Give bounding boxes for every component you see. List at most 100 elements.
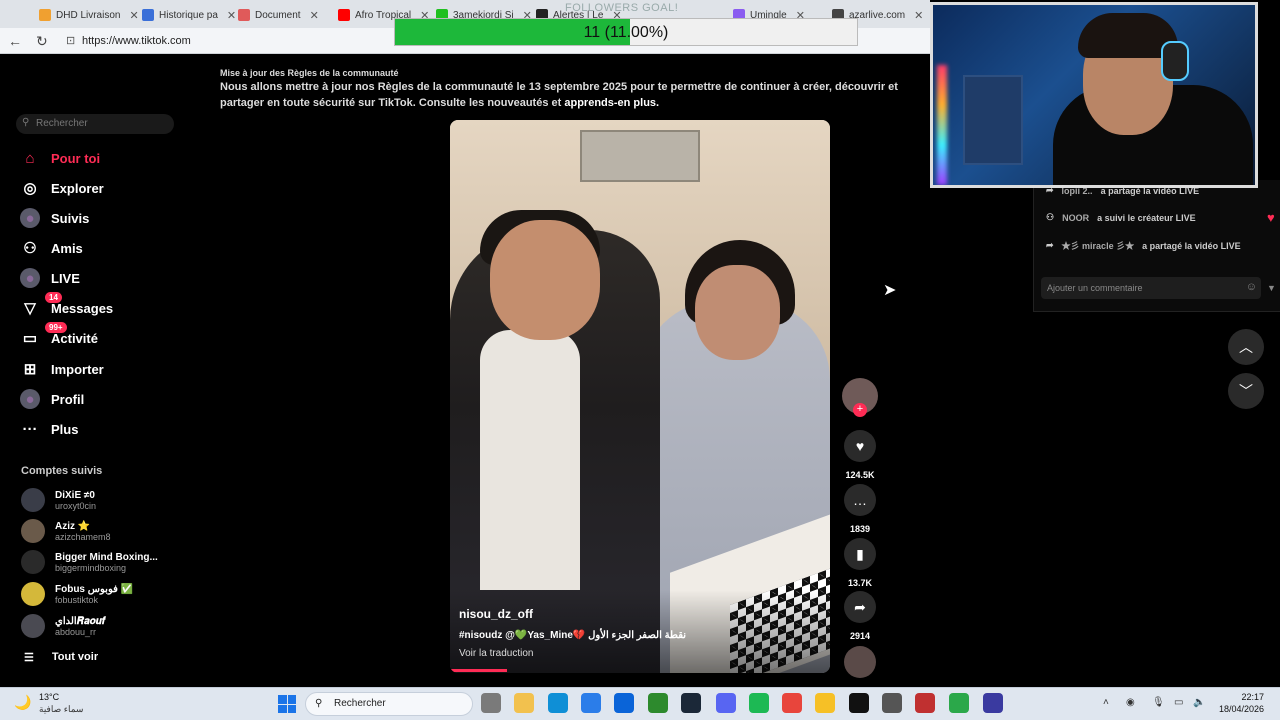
followed-account[interactable]: Aziz ⭐ azizchamem8 (21, 517, 111, 545)
browser-tab[interactable]: DHD Livraison ✕ (33, 4, 145, 26)
account-handle: fobustiktok (55, 594, 99, 605)
back-icon[interactable]: ← (8, 33, 22, 49)
profile-avatar-icon: ● (20, 389, 40, 409)
microphone-icon[interactable]: 🎙 (1152, 697, 1165, 708)
bookmark-icon: ▮ (844, 538, 876, 570)
volume-icon[interactable]: 🔈 (1193, 697, 1205, 708)
sidebar-item-label: Profil (51, 391, 85, 407)
taskbar-search-label: Rechercher (334, 698, 386, 709)
tab-favicon-icon (142, 9, 154, 21)
browser-tab[interactable]: Historique pa ✕ (136, 4, 242, 26)
sidebar-item-profil[interactable]: ● Profil (20, 388, 84, 410)
music-disc[interactable] (844, 646, 876, 678)
sidebar-item-plus[interactable]: ··· Plus (20, 418, 79, 440)
clock-date[interactable]: 18/04/2026 (1208, 704, 1264, 714)
winrar-icon[interactable] (815, 693, 835, 713)
share-icon: ➦ (1046, 240, 1054, 250)
share-button[interactable]: ➦ 2914 (843, 591, 877, 641)
see-translation-link[interactable]: Voir la traduction (459, 648, 534, 659)
account-name: Fobus فوبوس ✅ (55, 583, 134, 595)
file-explorer-icon[interactable] (514, 693, 534, 713)
save-count: 13.7K (847, 578, 873, 588)
search-placeholder: Rechercher (36, 118, 88, 129)
streaming-app-icon[interactable] (949, 693, 969, 713)
spotify-icon[interactable] (749, 693, 769, 713)
sidebar-item-explorer[interactable]: ◎ Explorer (20, 177, 103, 199)
task-view-icon[interactable] (481, 693, 501, 713)
followed-account[interactable]: الداي𝑹𝒂𝒐𝒖𝒇 abdouu_rr (21, 612, 105, 640)
sidebar-item-amis[interactable]: ⚇ Amis (20, 237, 83, 259)
chat-user: NOOR (1062, 212, 1090, 223)
friends-icon: ⚇ (23, 240, 37, 257)
moon-weather-icon[interactable]: 🌙 (14, 694, 31, 711)
app-icon[interactable] (983, 693, 1003, 713)
settings-icon[interactable] (882, 693, 902, 713)
comment-icon: … (844, 484, 876, 516)
send-icon[interactable]: ▼ (1267, 283, 1276, 293)
upload-icon: ⊞ (23, 361, 37, 378)
tiktok-icon[interactable] (849, 693, 869, 713)
windows-start-icon[interactable] (278, 695, 296, 713)
save-button[interactable]: ▮ 13.7K (843, 538, 877, 588)
weather-description[interactable]: سماء صافية (39, 704, 83, 715)
avatar (21, 550, 45, 574)
chat-message: ⚇ NOOR a suivi le créateur LIVE (1046, 212, 1196, 223)
video-progress-bar[interactable] (450, 669, 507, 672)
followed-account[interactable]: Bigger Mind Boxing... biggermindboxing (21, 548, 158, 576)
tab-favicon-icon (39, 9, 51, 21)
video-player[interactable]: nisou_dz_off #nisoudz @💚Yas_Mine💔 نقطة ا… (450, 120, 830, 673)
taskbar-search-input[interactable]: ⚲ Rechercher (305, 692, 473, 716)
store-icon[interactable] (581, 693, 601, 713)
more-icon: ··· (22, 420, 38, 438)
browser-tab[interactable]: Document ✕ (232, 4, 325, 26)
discord-icon[interactable] (716, 693, 736, 713)
minecraft-icon[interactable] (648, 693, 668, 713)
sidebar-item-importer[interactable]: ⊞ Importer (20, 358, 104, 380)
close-icon[interactable]: ✕ (914, 9, 923, 22)
comment-input[interactable]: Ajouter un commentaire ☺ (1041, 277, 1261, 299)
video-caption: #nisoudz @💚Yas_Mine💔 نقطة الصفر الجزء ال… (459, 630, 687, 641)
weather-temperature[interactable]: 13°C (39, 692, 59, 702)
emoji-icon[interactable]: ☺ (1246, 281, 1257, 293)
comment-button[interactable]: … 1839 (843, 484, 877, 534)
following-avatar-icon: ● (20, 208, 40, 228)
avatar (21, 488, 45, 512)
sidebar-item-pour-toi[interactable]: ⌂ Pour toi (20, 147, 100, 169)
tab-favicon-icon (238, 9, 250, 21)
follow-plus-icon[interactable]: + (853, 403, 867, 417)
followers-goal-bar: 11 (11.00%) (394, 18, 858, 46)
search-input[interactable]: ⚲ Rechercher (16, 114, 174, 134)
like-button[interactable]: ♥ 124.5K (843, 430, 877, 480)
video-author[interactable]: nisou_dz_off (459, 607, 533, 621)
sidebar-item-messages[interactable]: ▽ 14 Messages (20, 292, 113, 319)
security-icon[interactable]: ◉ (1126, 697, 1135, 708)
followed-account[interactable]: Fobus فوبوس ✅ fobustiktok (21, 580, 133, 608)
chevron-up-icon[interactable]: ˄ (1103, 697, 1109, 708)
chrome-icon[interactable] (782, 693, 802, 713)
messages-icon: ▽ (24, 300, 36, 317)
site-info-icon[interactable]: ⊡ (66, 34, 75, 47)
chevron-down-icon: ﹀ (1239, 383, 1253, 399)
url-field[interactable]: https://www.tiktok.com (82, 35, 191, 47)
account-name: Bigger Mind Boxing... (55, 551, 158, 563)
sidebar-item-live[interactable]: ● LIVE (20, 267, 80, 289)
video-man-shirt (480, 330, 580, 590)
sidebar-item-suivis[interactable]: ● Suivis (20, 207, 89, 229)
home-icon: ⌂ (25, 149, 35, 167)
next-video-button[interactable]: ﹀ (1228, 373, 1264, 409)
see-all-button[interactable]: ☰ Tout voir (24, 651, 98, 664)
chevron-up-icon: ︿ (1239, 339, 1253, 355)
clock-time[interactable]: 22:17 (1218, 692, 1264, 702)
followed-account[interactable]: DiXiE ≠0 uroxyt0cin (21, 486, 96, 514)
previous-video-button[interactable]: ︿ (1228, 329, 1264, 365)
sidebar-item-activit-[interactable]: ▭ 99+ Activité (20, 322, 98, 349)
edge-icon[interactable] (548, 693, 568, 713)
steam-icon[interactable] (681, 693, 701, 713)
close-icon[interactable]: ✕ (310, 9, 319, 22)
share-icon: ➦ (844, 591, 876, 623)
mail-icon[interactable] (614, 693, 634, 713)
learn-more-link[interactable]: apprends-en plus. (564, 97, 659, 109)
app-icon[interactable] (915, 693, 935, 713)
reload-icon[interactable]: ↻ (36, 33, 48, 50)
network-icon[interactable]: ▭ (1174, 697, 1183, 708)
